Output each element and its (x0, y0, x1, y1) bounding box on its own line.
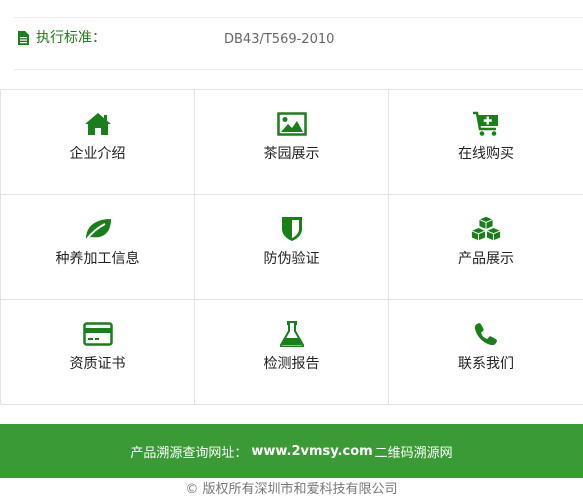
feature-grid: 企业介绍 茶园展示 在线购买 种养加工信息 防伪验证 产品展示 资质证书 检测报… (0, 89, 583, 405)
grid-item-contact-us[interactable]: 联系我们 (389, 300, 583, 405)
grid-item-cultivation-info[interactable]: 种养加工信息 (1, 195, 195, 300)
cart-icon (470, 110, 502, 138)
standard-label: 执行标准： (36, 30, 106, 46)
credit-card-icon (82, 320, 114, 348)
image-icon (276, 110, 308, 138)
grid-item-label: 企业介绍 (69, 146, 126, 162)
grid-item-test-report[interactable]: 检测报告 (195, 300, 389, 405)
grid-item-label: 产品展示 (458, 251, 514, 267)
footer-prefix: 产品溯源查询网址： (130, 445, 248, 461)
grid-item-label: 联系我们 (458, 356, 514, 372)
copyright-text: © 版权所有深圳市和爱科技有限公司 (185, 482, 398, 497)
grid-item-anti-counterfeit[interactable]: 防伪验证 (195, 195, 389, 300)
document-icon (18, 31, 29, 45)
flask-icon (276, 320, 308, 348)
grid-item-label: 茶园展示 (263, 146, 320, 162)
grid-item-buy-online[interactable]: 在线购买 (389, 90, 583, 195)
grid-item-certificates[interactable]: 资质证书 (1, 300, 195, 405)
grid-item-label: 资质证书 (69, 356, 126, 372)
grid-item-label: 在线购买 (458, 146, 514, 162)
grid-item-company-intro[interactable]: 企业介绍 (1, 90, 195, 195)
grid-item-label: 检测报告 (263, 356, 320, 372)
footer-suffix: 二维码溯源网 (374, 445, 453, 461)
shield-icon (276, 215, 308, 243)
leaf-icon (82, 215, 114, 243)
footer-url-link[interactable]: www.2vmsy.com (251, 444, 372, 459)
standard-value: DB43/T569-2010 (224, 32, 335, 47)
grid-item-label: 种养加工信息 (55, 251, 140, 267)
grid-item-label: 防伪验证 (263, 251, 320, 267)
grid-item-product-display[interactable]: 产品展示 (389, 195, 583, 300)
footer-bar: 产品溯源查询网址： www.2vmsy.com 二维码溯源网 (0, 424, 583, 478)
phone-icon (470, 320, 502, 348)
standard-row: 执行标准： DB43/T569-2010 (14, 18, 583, 70)
grid-item-garden-display[interactable]: 茶园展示 (195, 90, 389, 195)
home-icon (82, 110, 114, 138)
cubes-icon (470, 215, 502, 243)
